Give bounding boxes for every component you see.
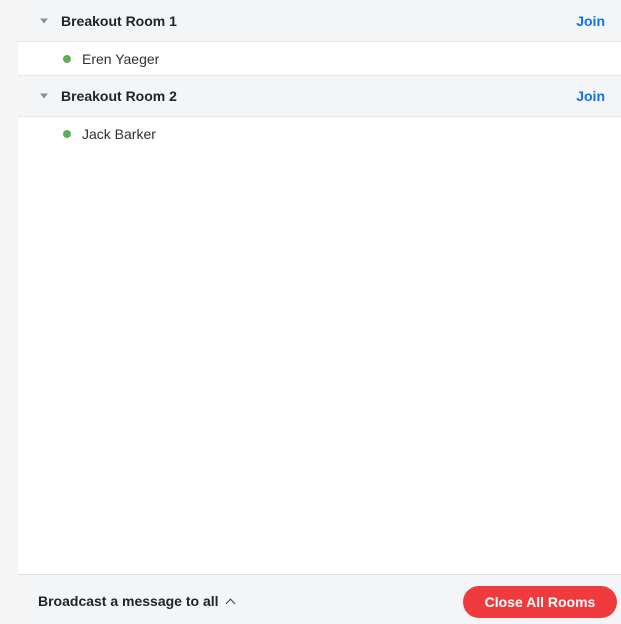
- room-title: Breakout Room 1: [61, 12, 177, 29]
- room-header-1[interactable]: Breakout Room 1 Join: [18, 0, 621, 42]
- chevron-up-icon: [225, 598, 235, 608]
- broadcast-label: Broadcast a message to all: [38, 593, 219, 609]
- broadcast-message-button[interactable]: Broadcast a message to all: [38, 593, 235, 609]
- footer-bar: Broadcast a message to all Close All Roo…: [18, 574, 621, 624]
- breakout-rooms-window: Breakout Room 1 Join Eren Yaeger Breakou…: [18, 0, 621, 624]
- join-room-1-button[interactable]: Join: [576, 13, 605, 29]
- room-title: Breakout Room 2: [61, 88, 177, 104]
- online-status-icon: [63, 54, 71, 63]
- join-room-2-button[interactable]: Join: [576, 88, 605, 104]
- participant-row[interactable]: Jack Barker: [18, 117, 621, 150]
- close-all-rooms-button[interactable]: Close All Rooms: [463, 586, 617, 618]
- participant-row[interactable]: Eren Yaeger: [18, 42, 621, 75]
- participant-name: Eren Yaeger: [82, 50, 160, 67]
- online-status-icon: [63, 129, 71, 138]
- participant-name: Jack Barker: [82, 125, 156, 142]
- room-header-2[interactable]: Breakout Room 2 Join: [18, 75, 621, 117]
- room-list: Breakout Room 1 Join Eren Yaeger Breakou…: [18, 0, 621, 150]
- caret-down-icon[interactable]: [40, 93, 48, 99]
- caret-down-icon[interactable]: [40, 18, 48, 23]
